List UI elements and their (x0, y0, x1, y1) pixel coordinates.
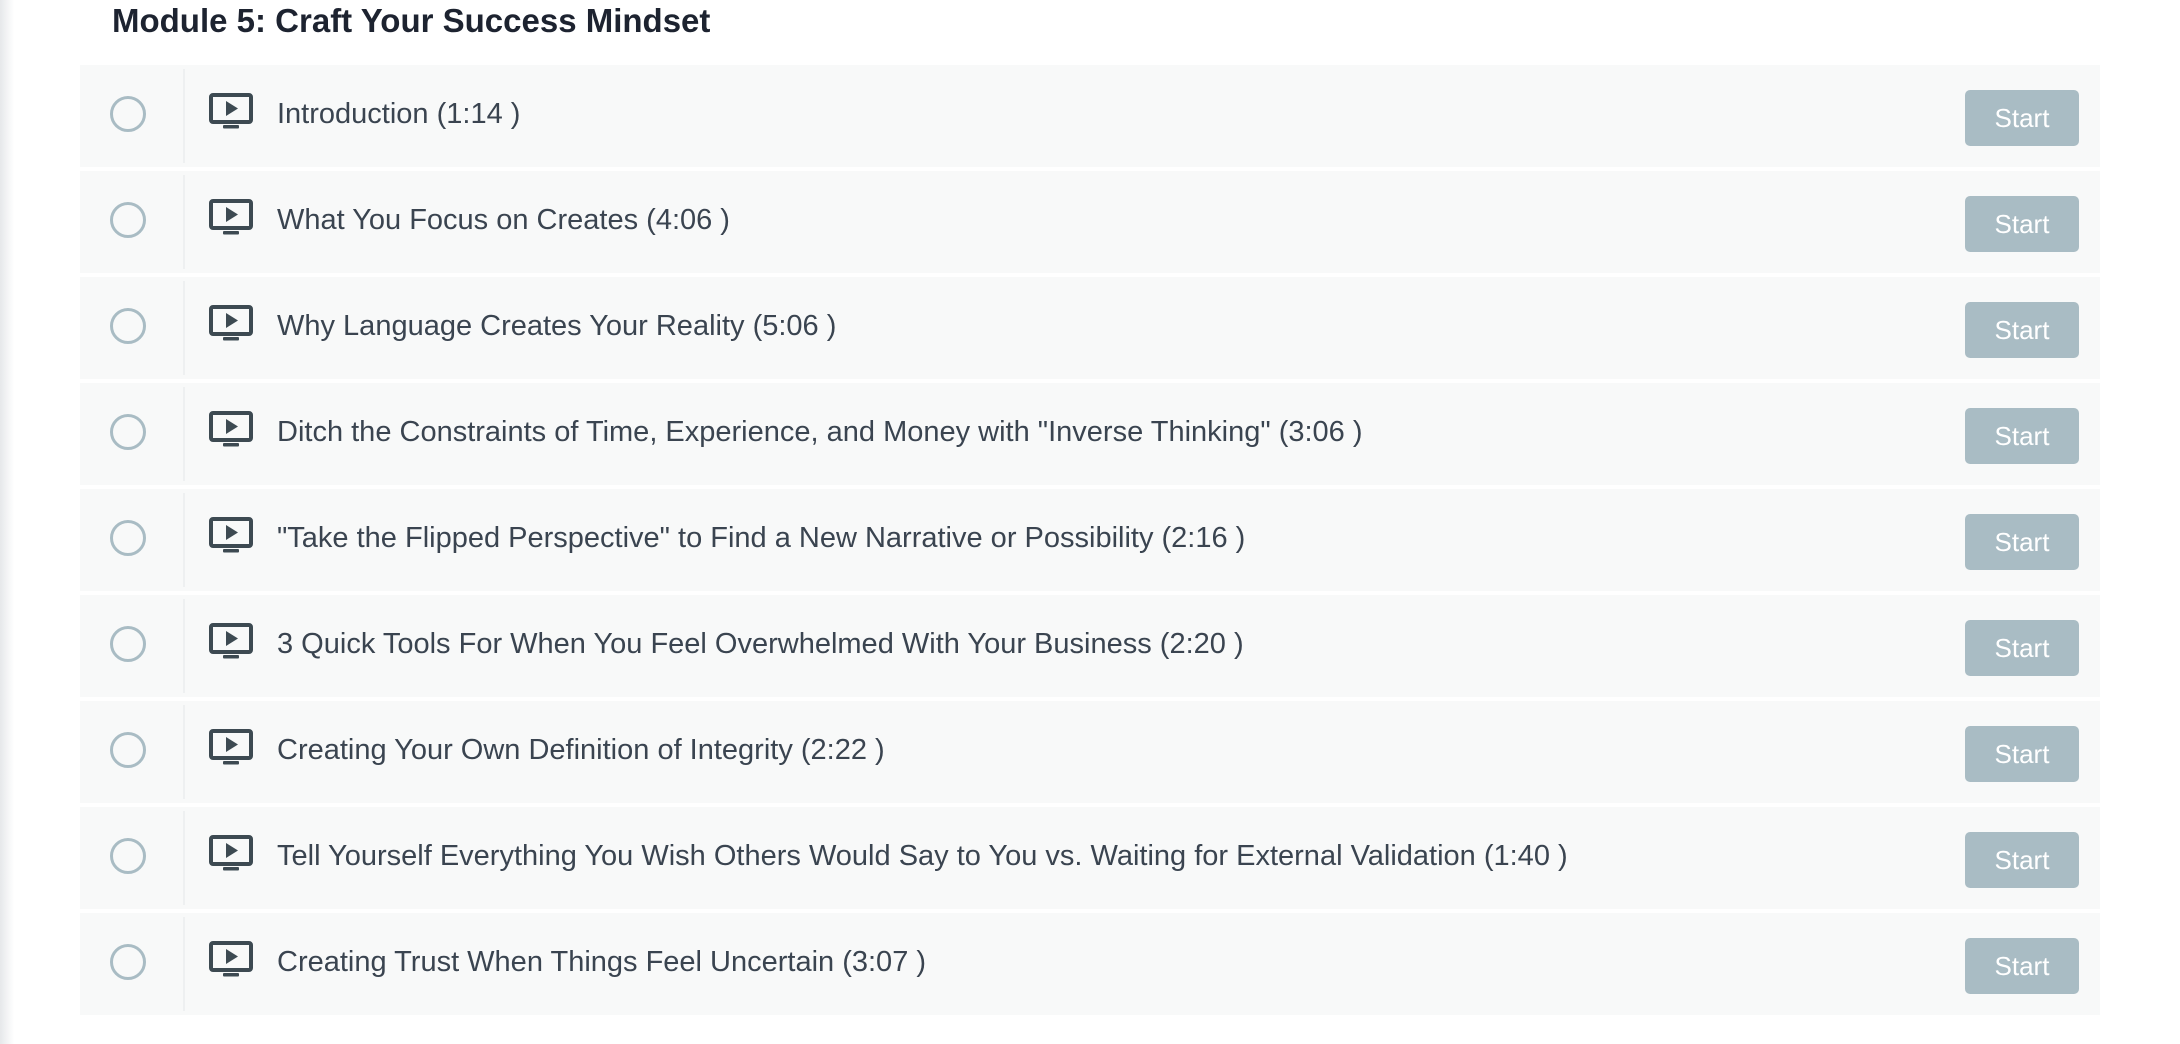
course-curriculum-page: Module 5: Craft Your Success Mindset Int… (0, 0, 2180, 1044)
start-button[interactable]: Start (1965, 620, 2079, 676)
lecture-title[interactable]: "Take the Flipped Perspective" to Find a… (277, 520, 1245, 556)
sidebar-edge-shadow (0, 0, 14, 1044)
lecture-row[interactable]: Introduction (1:14 ) Start (80, 65, 2100, 167)
start-button[interactable]: Start (1965, 408, 2079, 464)
lecture-title[interactable]: Why Language Creates Your Reality (5:06 … (277, 308, 836, 344)
row-divider (183, 705, 185, 799)
lecture-title[interactable]: Creating Trust When Things Feel Uncertai… (277, 944, 926, 980)
row-divider (183, 599, 185, 693)
video-play-icon (209, 517, 253, 553)
lecture-row[interactable]: Creating Your Own Definition of Integrit… (80, 701, 2100, 803)
row-divider (183, 493, 185, 587)
video-play-icon (209, 411, 253, 447)
video-play-icon (209, 93, 253, 129)
start-button[interactable]: Start (1965, 90, 2079, 146)
video-play-icon (209, 729, 253, 765)
start-button[interactable]: Start (1965, 196, 2079, 252)
lecture-title[interactable]: 3 Quick Tools For When You Feel Overwhel… (277, 626, 1244, 662)
completion-circle-icon[interactable] (110, 308, 146, 344)
module-title: Module 5: Craft Your Success Mindset (112, 2, 711, 39)
lecture-list: Introduction (1:14 ) Start What You Focu… (80, 65, 2100, 1015)
completion-circle-icon[interactable] (110, 626, 146, 662)
lecture-row[interactable]: 3 Quick Tools For When You Feel Overwhel… (80, 595, 2100, 697)
start-button[interactable]: Start (1965, 514, 2079, 570)
video-play-icon (209, 941, 253, 977)
video-play-icon (209, 305, 253, 341)
start-button[interactable]: Start (1965, 726, 2079, 782)
lecture-row[interactable]: Creating Trust When Things Feel Uncertai… (80, 913, 2100, 1015)
lecture-title[interactable]: What You Focus on Creates (4:06 ) (277, 202, 730, 238)
lecture-row[interactable]: What You Focus on Creates (4:06 ) Start (80, 171, 2100, 273)
start-button[interactable]: Start (1965, 832, 2079, 888)
completion-circle-icon[interactable] (110, 202, 146, 238)
row-divider (183, 175, 185, 269)
completion-circle-icon[interactable] (110, 732, 146, 768)
lecture-row[interactable]: Why Language Creates Your Reality (5:06 … (80, 277, 2100, 379)
lecture-title[interactable]: Creating Your Own Definition of Integrit… (277, 732, 885, 768)
row-divider (183, 811, 185, 905)
video-play-icon (209, 623, 253, 659)
completion-circle-icon[interactable] (110, 96, 146, 132)
completion-circle-icon[interactable] (110, 520, 146, 556)
row-divider (183, 387, 185, 481)
start-button[interactable]: Start (1965, 938, 2079, 994)
completion-circle-icon[interactable] (110, 944, 146, 980)
completion-circle-icon[interactable] (110, 838, 146, 874)
start-button[interactable]: Start (1965, 302, 2079, 358)
video-play-icon (209, 199, 253, 235)
lecture-title[interactable]: Introduction (1:14 ) (277, 96, 520, 132)
lecture-row[interactable]: Tell Yourself Everything You Wish Others… (80, 807, 2100, 909)
lecture-row[interactable]: Ditch the Constraints of Time, Experienc… (80, 383, 2100, 485)
video-play-icon (209, 835, 253, 871)
row-divider (183, 917, 185, 1011)
row-divider (183, 281, 185, 375)
row-divider (183, 69, 185, 163)
completion-circle-icon[interactable] (110, 414, 146, 450)
lecture-row[interactable]: "Take the Flipped Perspective" to Find a… (80, 489, 2100, 591)
lecture-title[interactable]: Ditch the Constraints of Time, Experienc… (277, 414, 1363, 450)
lecture-title[interactable]: Tell Yourself Everything You Wish Others… (277, 838, 1568, 874)
